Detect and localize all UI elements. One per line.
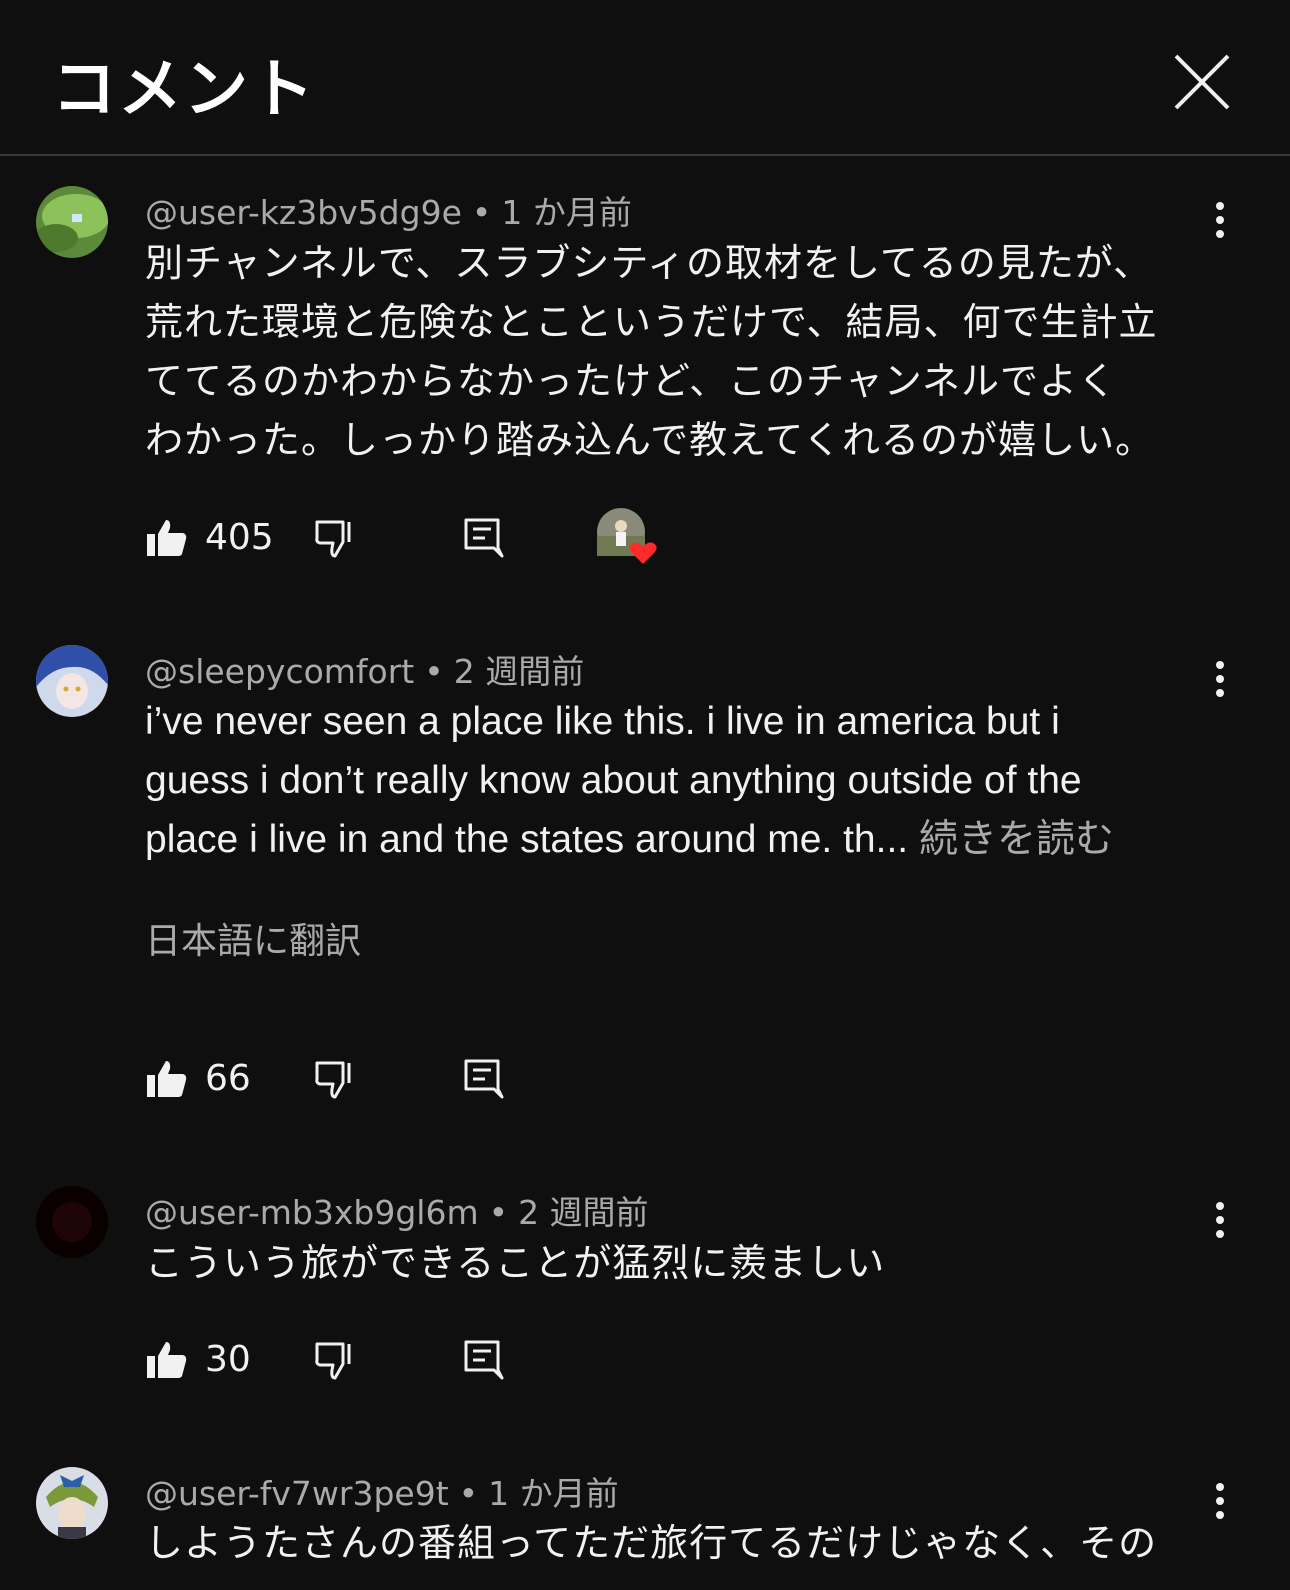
dislike-button[interactable] bbox=[312, 1057, 356, 1101]
comment-text: しようたさんの番組ってただ旅行てるだけじゃなく、その bbox=[145, 1521, 1158, 1565]
timestamp: 2 週間前 bbox=[518, 1193, 649, 1232]
timestamp: 2 週間前 bbox=[453, 652, 585, 691]
reply-icon[interactable] bbox=[462, 1338, 506, 1382]
like-button[interactable] bbox=[145, 516, 189, 560]
author-name[interactable]: @user-mb3xb9gl6m bbox=[145, 1193, 479, 1232]
author-name[interactable]: @user-fv7wr3pe9t bbox=[145, 1474, 449, 1513]
like-count: 405 bbox=[205, 517, 274, 558]
comment-text: 別チャンネルで、スラブシティの取材をしてるの見たが、 荒れた環境と危険なとことい… bbox=[145, 241, 1158, 462]
avatar[interactable] bbox=[36, 1467, 108, 1539]
dislike-button[interactable] bbox=[312, 516, 356, 560]
comment-actions: 30 bbox=[145, 1338, 745, 1398]
translate-link[interactable]: 日本語に翻訳 bbox=[145, 912, 361, 964]
read-more-link[interactable]: 続きを読む bbox=[919, 818, 1114, 861]
comment-meta: @user-mb3xb9gl6m • 2 週間前 bbox=[145, 1193, 649, 1232]
panel-title: コメント bbox=[52, 53, 316, 127]
comment-meta: @user-kz3bv5dg9e • 1 か月前 bbox=[145, 193, 632, 232]
comment-actions: 66 bbox=[145, 1057, 745, 1117]
like-button[interactable] bbox=[145, 1338, 189, 1382]
comment-actions: 405 bbox=[145, 508, 745, 576]
author-name[interactable]: @sleepycomfort bbox=[145, 652, 414, 691]
author-name[interactable]: @user-kz3bv5dg9e bbox=[145, 193, 462, 232]
like-button[interactable] bbox=[145, 1057, 189, 1101]
reply-icon[interactable] bbox=[462, 1057, 506, 1101]
comment-meta: @user-fv7wr3pe9t • 1 か月前 bbox=[145, 1474, 619, 1513]
avatar[interactable] bbox=[36, 1186, 108, 1258]
comment-text: i’ve never seen a place like this. i liv… bbox=[145, 700, 1114, 861]
creator-heart-badge[interactable] bbox=[597, 508, 663, 568]
dislike-button[interactable] bbox=[312, 1338, 356, 1382]
comment-meta: @sleepycomfort • 2 週間前 bbox=[145, 652, 585, 691]
close-icon[interactable] bbox=[1170, 50, 1234, 114]
avatar[interactable] bbox=[36, 186, 108, 258]
comments-header: コメント bbox=[0, 0, 1290, 156]
like-count: 30 bbox=[205, 1339, 251, 1380]
avatar[interactable] bbox=[36, 645, 108, 717]
reply-icon[interactable] bbox=[462, 516, 506, 560]
comment-text: こういう旅ができることが猛烈に羨ましい bbox=[145, 1241, 886, 1285]
timestamp: 1 か月前 bbox=[488, 1474, 619, 1513]
timestamp: 1 か月前 bbox=[501, 193, 632, 232]
like-count: 66 bbox=[205, 1058, 251, 1099]
